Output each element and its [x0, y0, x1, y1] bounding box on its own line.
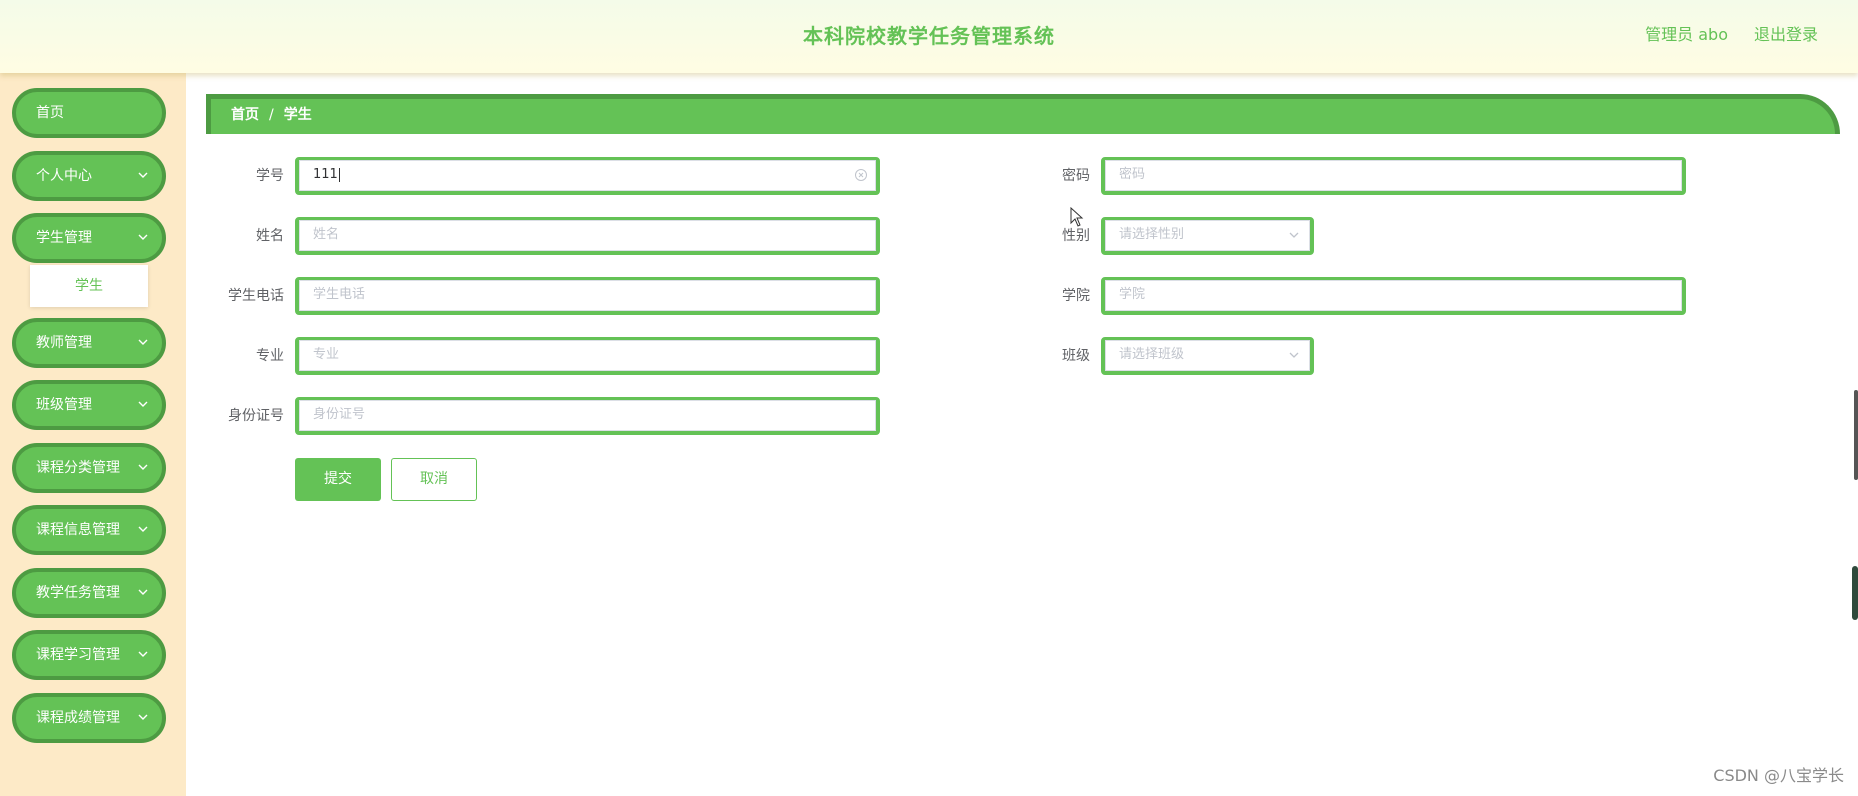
watermark: CSDN @八宝学长 — [1713, 766, 1844, 785]
sidebar-item-label: 教师管理 — [36, 335, 92, 351]
chevron-down-icon — [138, 234, 148, 240]
password-placeholder: 密码 — [1119, 167, 1146, 182]
sidebar-item-label: 课程成绩管理 — [36, 710, 120, 726]
class-label: 班级 — [1062, 348, 1090, 364]
scrollbar-thumb[interactable] — [1854, 390, 1858, 480]
clear-icon[interactable] — [854, 168, 868, 182]
phone-input[interactable]: 学生电话 — [295, 277, 880, 315]
submit-button[interactable]: 提交 — [295, 458, 381, 501]
sidebar-item-class-management[interactable]: 班级管理 — [12, 380, 166, 430]
college-label: 学院 — [1062, 288, 1090, 304]
chevron-down-icon — [138, 464, 148, 470]
sidebar-item-label: 课程学习管理 — [36, 647, 120, 663]
class-placeholder: 请选择班级 — [1119, 347, 1185, 362]
college-placeholder: 学院 — [1119, 287, 1146, 302]
id-card-input[interactable]: 身份证号 — [295, 397, 880, 435]
id-card-label: 身份证号 — [228, 408, 284, 424]
sidebar-item-label: 课程信息管理 — [36, 522, 120, 538]
student-no-value: 111 — [313, 167, 338, 182]
chevron-down-icon — [138, 172, 148, 178]
chevron-down-icon — [1289, 352, 1299, 358]
current-user: 管理员 abo — [1645, 25, 1728, 44]
major-placeholder: 专业 — [313, 347, 340, 362]
sidebar-item-label: 课程分类管理 — [36, 460, 120, 476]
chevron-down-icon — [138, 589, 148, 595]
sidebar-item-course-info-management[interactable]: 课程信息管理 — [12, 505, 166, 555]
breadcrumb-current: 学生 — [283, 107, 312, 123]
text-caret — [338, 167, 340, 182]
sidebar-item-label: 班级管理 — [36, 397, 92, 413]
password-label: 密码 — [1062, 168, 1090, 184]
phone-label: 学生电话 — [228, 288, 284, 304]
chevron-down-icon — [138, 651, 148, 657]
breadcrumb: 首页 / 学生 — [206, 94, 1840, 134]
gender-select[interactable]: 请选择性别 — [1101, 217, 1314, 255]
breadcrumb-separator: / — [269, 107, 274, 123]
gender-placeholder: 请选择性别 — [1119, 227, 1185, 242]
sidebar-item-course-study-management[interactable]: 课程学习管理 — [12, 630, 166, 680]
sidebar-item-profile[interactable]: 个人中心 — [12, 151, 166, 201]
password-input[interactable]: 密码 — [1101, 157, 1686, 195]
sidebar-item-label: 学生管理 — [36, 230, 92, 246]
student-no-label: 学号 — [256, 168, 284, 184]
logout-link[interactable]: 退出登录 — [1754, 0, 1818, 70]
class-select[interactable]: 请选择班级 — [1101, 337, 1314, 375]
mouse-cursor-icon — [1070, 207, 1084, 227]
major-label: 专业 — [256, 348, 284, 364]
breadcrumb-trail: 首页 / 学生 — [231, 99, 312, 131]
chevron-down-icon — [138, 714, 148, 720]
chevron-down-icon — [138, 339, 148, 345]
sidebar-item-teaching-task-management[interactable]: 教学任务管理 — [12, 568, 166, 618]
phone-placeholder: 学生电话 — [313, 287, 366, 302]
major-input[interactable]: 专业 — [295, 337, 880, 375]
sidebar-item-label: 教学任务管理 — [36, 585, 120, 601]
top-header: 本科院校教学任务管理系统 管理员 abo 退出登录 — [0, 0, 1858, 73]
chevron-down-icon — [138, 401, 148, 407]
sidebar-item-course-category-management[interactable]: 课程分类管理 — [12, 443, 166, 493]
app-title: 本科院校教学任务管理系统 — [803, 24, 1055, 48]
cancel-button[interactable]: 取消 — [391, 458, 477, 501]
college-input[interactable]: 学院 — [1101, 277, 1686, 315]
name-label: 姓名 — [256, 228, 284, 244]
sidebar-item-home[interactable]: 首页 — [12, 88, 166, 138]
sidebar-subitem-student[interactable]: 学生 — [30, 265, 148, 307]
chevron-down-icon — [1289, 232, 1299, 238]
name-input[interactable]: 姓名 — [295, 217, 880, 255]
sidebar-item-student-management[interactable]: 学生管理 — [12, 213, 166, 263]
chevron-down-icon — [138, 526, 148, 532]
side-handle[interactable] — [1852, 566, 1858, 620]
sidebar-item-label: 个人中心 — [36, 168, 92, 184]
name-placeholder: 姓名 — [313, 227, 340, 242]
id-card-placeholder: 身份证号 — [313, 407, 366, 422]
sidebar: 首页 个人中心 学生管理 学生 教师管理 班级管理 课程分类管理 课程信息管理 … — [0, 73, 186, 796]
sidebar-item-course-grade-management[interactable]: 课程成绩管理 — [12, 693, 166, 743]
sidebar-item-teacher-management[interactable]: 教师管理 — [12, 318, 166, 368]
breadcrumb-home[interactable]: 首页 — [231, 107, 259, 123]
student-no-input[interactable]: 111 — [295, 157, 880, 195]
sidebar-item-label: 首页 — [36, 105, 64, 121]
